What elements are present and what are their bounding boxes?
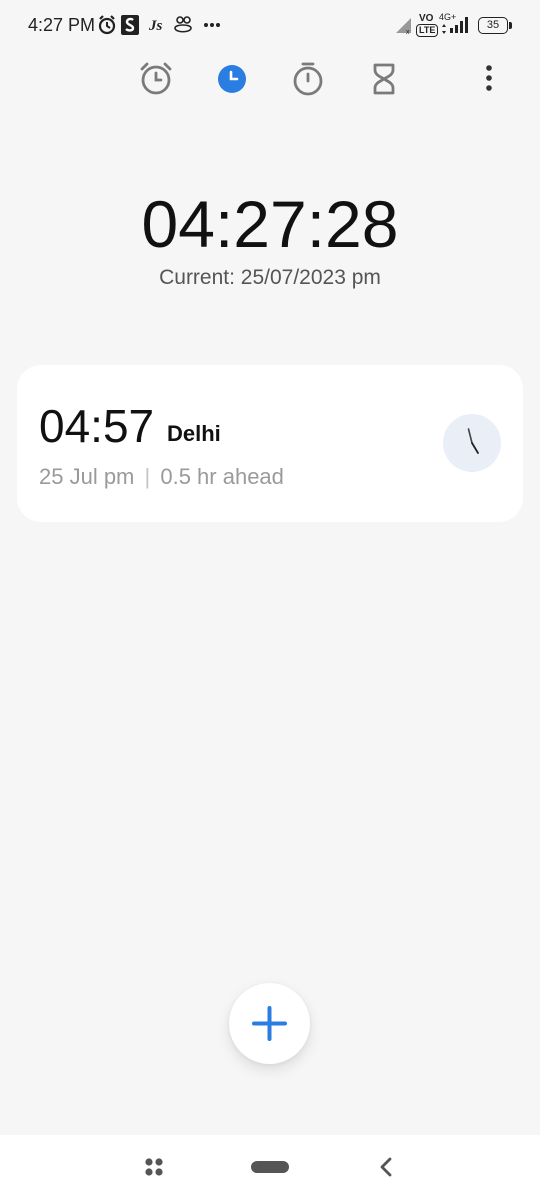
signal-strength-icon [450, 17, 468, 33]
data-arrows-icon [442, 24, 446, 34]
more-vertical-icon [486, 65, 492, 91]
battery-indicator: 35 [478, 17, 508, 34]
tab-timer[interactable] [366, 61, 402, 97]
add-city-button[interactable] [229, 983, 310, 1064]
clock-icon [218, 65, 246, 93]
world-clock-card[interactable]: 04:57 Delhi 25 Jul pm | 0.5 hr ahead [17, 365, 523, 522]
city-offset: 0.5 hr ahead [160, 464, 284, 489]
more-notifications-icon [204, 23, 220, 27]
stopwatch-icon [293, 62, 323, 96]
alarm-clock-icon [140, 62, 172, 95]
status-bar: 4:27 PM Js x VO LTE 4G+ 35 [0, 0, 540, 50]
hourglass-icon [373, 63, 395, 95]
analog-clock-icon [443, 414, 501, 472]
navigation-bar [0, 1135, 540, 1200]
info-separator: | [144, 464, 151, 489]
svg-text:x: x [406, 29, 410, 34]
no-signal-icon: x [396, 18, 411, 34]
current-date: Current: 25/07/2023 pm [159, 266, 381, 289]
city-time: 04:57 [39, 400, 155, 452]
more-options-button[interactable] [478, 62, 500, 96]
tab-alarm[interactable] [138, 61, 174, 97]
tab-stopwatch[interactable] [290, 61, 326, 97]
battery-tip [509, 22, 512, 29]
city-date: 25 Jul pm [39, 464, 135, 489]
svg-text:Js: Js [148, 18, 163, 34]
main-clock-time: 04:27:28 [141, 187, 399, 261]
lte-label: LTE [416, 24, 439, 37]
city-info: 25 Jul pm | 0.5 hr ahead [39, 464, 284, 490]
tab-clock[interactable] [214, 61, 250, 97]
back-icon[interactable] [378, 1156, 394, 1178]
home-button[interactable] [251, 1161, 289, 1173]
notification-icon [174, 16, 192, 33]
app-notification-icon [121, 15, 139, 35]
recent-apps-icon[interactable] [144, 1157, 164, 1177]
volte-label: VO [419, 13, 434, 24]
js-app-icon: Js [148, 18, 163, 34]
city-name: Delhi [167, 421, 221, 446]
status-time: 4:27 PM [28, 15, 96, 35]
plus-icon [252, 1006, 287, 1041]
alarm-status-icon [98, 15, 116, 35]
